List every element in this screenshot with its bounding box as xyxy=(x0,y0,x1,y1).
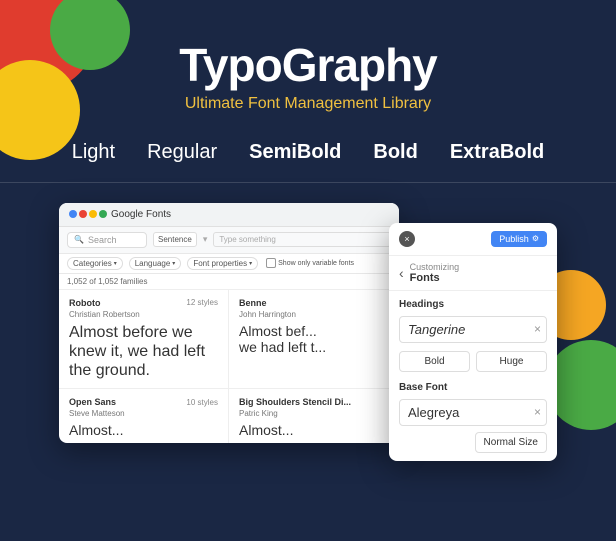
font-card-bigshoulders[interactable]: Big Shoulders Stencil Di... Patric King … xyxy=(229,389,399,442)
panel-nav-title: Fonts xyxy=(410,272,460,284)
panel-nav-info: Customizing Fonts xyxy=(410,262,460,284)
filter-language[interactable]: Language ▾ xyxy=(129,257,182,270)
font-weight-regular: Regular xyxy=(147,141,217,164)
panel-body: Headings × Bold Huge Base Font × Normal … xyxy=(389,291,557,461)
font-preview-opensans: Almost... xyxy=(69,422,218,439)
bold-button[interactable]: Bold xyxy=(399,351,470,372)
normal-size-wrapper: Normal Size xyxy=(399,432,547,453)
fonts-grid: Roboto 12 styles Christian Robertson Alm… xyxy=(59,290,399,443)
font-weight-extrabold: ExtraBold xyxy=(450,141,544,164)
gf-logo-dots xyxy=(69,210,107,218)
font-designer-opensans: Steve Matteson xyxy=(69,409,218,418)
panel-close-button[interactable]: × xyxy=(399,231,415,247)
base-font-label: Base Font xyxy=(399,382,547,393)
font-weight-bold: Bold xyxy=(373,141,417,164)
base-font-input[interactable] xyxy=(399,399,547,426)
headings-font-clear[interactable]: × xyxy=(534,322,541,336)
font-preview-bigshoulders: Almost... xyxy=(239,422,389,439)
gf-dot-red xyxy=(79,210,87,218)
font-styles-opensans: 10 styles xyxy=(186,398,218,407)
variable-checkbox[interactable] xyxy=(266,258,276,268)
font-preview-benne: Almost bef...we had left t... xyxy=(239,323,389,357)
browser-mockup: Google Fonts 🔍 Search Sentence ▾ Type so… xyxy=(59,203,399,443)
font-name: Roboto xyxy=(69,298,101,308)
gf-dot-green xyxy=(99,210,107,218)
font-card-header-bigshoulders: Big Shoulders Stencil Di... xyxy=(239,397,389,407)
font-card-header: Roboto 12 styles xyxy=(69,298,218,308)
font-card-roboto[interactable]: Roboto 12 styles Christian Robertson Alm… xyxy=(59,290,229,390)
filter-bar: Categories ▾ Language ▾ Font properties … xyxy=(59,254,399,274)
search-box[interactable]: 🔍 Search xyxy=(67,232,147,248)
google-fonts-label: Google Fonts xyxy=(111,209,171,220)
base-font-clear[interactable]: × xyxy=(534,405,541,419)
font-card-opensans[interactable]: Open Sans 10 styles Steve Matteson Almos… xyxy=(59,389,229,442)
font-preview: Almost before we knew it, we had left th… xyxy=(69,323,218,381)
filter-categories[interactable]: Categories ▾ xyxy=(67,257,123,270)
header: TypoGraphy Ultimate Font Management Libr… xyxy=(0,0,616,113)
font-designer: Christian Robertson xyxy=(69,310,218,319)
search-text: Search xyxy=(88,235,117,245)
panel-nav-label: Customizing xyxy=(410,262,460,272)
font-weight-light: Light xyxy=(72,141,115,164)
results-count: 1,052 of 1,052 families xyxy=(59,274,399,290)
font-styles: 12 styles xyxy=(186,298,218,307)
headings-btn-row: Bold Huge xyxy=(399,351,547,372)
browser-toolbar: 🔍 Search Sentence ▾ Type something xyxy=(59,227,399,254)
headings-font-wrapper: × xyxy=(399,316,547,343)
font-name-opensans: Open Sans xyxy=(69,397,116,407)
search-icon: 🔍 xyxy=(74,235,84,244)
panel-publish-button[interactable]: Publish ⚙ xyxy=(491,231,547,247)
sentence-select[interactable]: Sentence xyxy=(153,232,197,247)
app-title: TypoGraphy xyxy=(0,40,616,91)
gf-dot-yellow xyxy=(89,210,97,218)
headings-font-input[interactable] xyxy=(399,316,547,343)
filter-properties[interactable]: Font properties ▾ xyxy=(187,257,258,270)
headings-label: Headings xyxy=(399,299,547,310)
font-card-header-opensans: Open Sans 10 styles xyxy=(69,397,218,407)
app-subtitle: Ultimate Font Management Library xyxy=(0,95,616,113)
gf-dot-blue xyxy=(69,210,77,218)
panel-nav: ‹ Customizing Fonts xyxy=(389,256,557,291)
google-fonts-logo: Google Fonts xyxy=(69,209,171,220)
font-card-benne[interactable]: Benne John Harrington Almost bef...we ha… xyxy=(229,290,399,390)
type-separator: ▾ xyxy=(203,234,208,245)
customize-panel: × Publish ⚙ ‹ Customizing Fonts Headings… xyxy=(389,223,557,461)
font-card-header-benne: Benne xyxy=(239,298,389,308)
font-name-benne: Benne xyxy=(239,298,267,308)
content-area: Google Fonts 🔍 Search Sentence ▾ Type so… xyxy=(0,203,616,461)
font-name-bigshoulders: Big Shoulders Stencil Di... xyxy=(239,397,351,407)
show-variable[interactable]: Show only variable fonts xyxy=(266,258,354,268)
font-weights-row: Light Regular SemiBold Bold ExtraBold xyxy=(0,141,616,183)
publish-icon: ⚙ xyxy=(532,234,539,243)
font-designer-benne: John Harrington xyxy=(239,310,389,319)
font-designer-bigshoulders: Patric King xyxy=(239,409,389,418)
base-font-wrapper: × xyxy=(399,399,547,426)
type-something[interactable]: Type something xyxy=(213,232,391,247)
normal-size-button[interactable]: Normal Size xyxy=(475,432,547,453)
browser-bar: Google Fonts xyxy=(59,203,399,227)
panel-header: × Publish ⚙ xyxy=(389,223,557,256)
font-weight-semibold: SemiBold xyxy=(249,141,341,164)
panel-back-button[interactable]: ‹ xyxy=(399,265,404,281)
huge-button[interactable]: Huge xyxy=(476,351,547,372)
